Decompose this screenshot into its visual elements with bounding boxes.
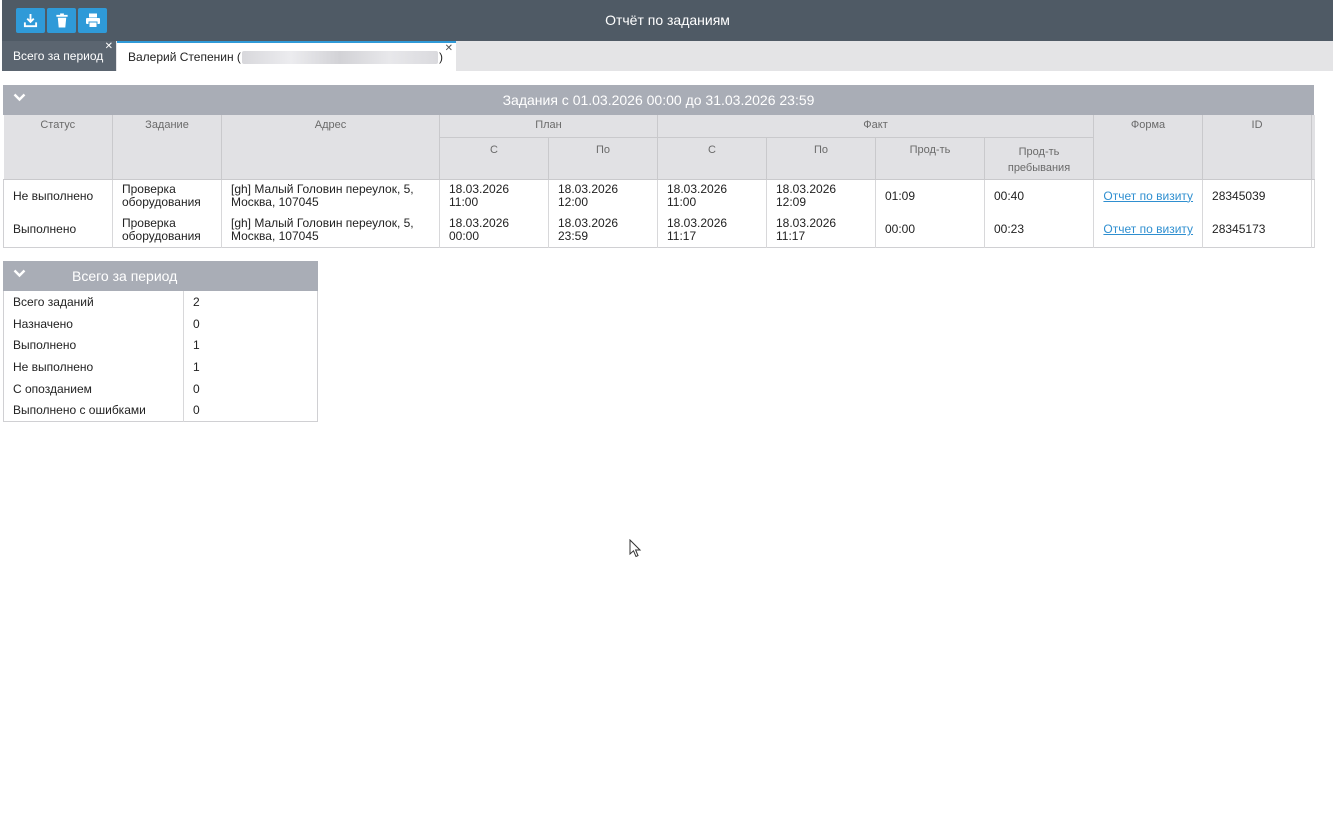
- cell-status: Не выполнено: [3, 179, 113, 213]
- col-group-fact: Факт: [657, 115, 1095, 138]
- col-group-plan: План: [439, 115, 658, 138]
- summary-panel-header[interactable]: Всего за период: [3, 261, 318, 291]
- col-form[interactable]: Форма: [1093, 115, 1204, 180]
- cell-spacer: [1311, 213, 1316, 247]
- cell-address: [gh] Малый Головин переулок, 5, Москва, …: [221, 213, 440, 247]
- cell-fact-to: 18.03.2026 11:17: [766, 213, 876, 247]
- cell-fact-from: 18.03.2026 11:17: [657, 213, 767, 247]
- cell-form: Отчет по визиту: [1093, 213, 1204, 247]
- tasks-panel-title: Задания с 01.03.2026 00:00 до 31.03.2026…: [502, 92, 815, 108]
- close-icon[interactable]: ✕: [445, 44, 453, 54]
- col-fact-from[interactable]: С: [657, 137, 767, 180]
- cell-stay-duration: 00:40: [984, 179, 1095, 213]
- col-status[interactable]: Статус: [3, 115, 113, 180]
- summary-label: Назначено: [3, 312, 184, 335]
- tab-label-suffix: ): [438, 50, 443, 64]
- cell-spacer: [1311, 179, 1316, 213]
- col-plan-from[interactable]: С: [439, 137, 549, 180]
- summary-value: 0: [193, 381, 200, 396]
- col-task[interactable]: Задание: [112, 115, 222, 180]
- cursor-icon: [629, 539, 642, 558]
- table-row[interactable]: Не выполнено Проверка оборудования [gh] …: [3, 179, 1316, 213]
- cell-plan-from: 18.03.2026 11:00: [439, 179, 549, 213]
- summary-label: Выполнено: [3, 334, 184, 357]
- cell-id: 28345039: [1202, 179, 1313, 213]
- cell-plan-to: 18.03.2026 12:00: [548, 179, 658, 213]
- col-plan-to[interactable]: По: [548, 137, 658, 180]
- col-address[interactable]: Адрес: [221, 115, 440, 180]
- cell-fact-to: 18.03.2026 12:09: [766, 179, 876, 213]
- summary-table: Всего заданий 2 Назначено 0 Выполнено 1 …: [3, 291, 318, 422]
- col-fact-to[interactable]: По: [766, 137, 876, 180]
- tab-employee[interactable]: Валерий Степенин ( ) ✕: [117, 41, 456, 71]
- cell-address: [gh] Малый Головин переулок, 5, Москва, …: [221, 179, 440, 213]
- summary-label: С опозданием: [3, 377, 184, 400]
- visit-report-link[interactable]: Отчет по визиту: [1103, 189, 1193, 203]
- summary-label: Выполнено с ошибками: [3, 399, 184, 422]
- summary-value: 1: [193, 338, 200, 353]
- cell-fact-from: 18.03.2026 11:00: [657, 179, 767, 213]
- cell-task: Проверка оборудования: [112, 213, 222, 247]
- cell-form: Отчет по визиту: [1093, 179, 1204, 213]
- col-spacer: [1311, 115, 1315, 180]
- tab-bar: Всего за период ✕ Валерий Степенин ( ) ✕: [2, 41, 1333, 71]
- table-row[interactable]: Выполнено Проверка оборудования [gh] Мал…: [3, 213, 1316, 247]
- tasks-panel-header[interactable]: Задания с 01.03.2026 00:00 до 31.03.2026…: [3, 85, 1314, 115]
- cell-plan-to: 18.03.2026 23:59: [548, 213, 658, 247]
- cell-duration: 00:00: [875, 213, 985, 247]
- cell-task: Проверка оборудования: [112, 179, 222, 213]
- page-title: Отчёт по заданиям: [605, 12, 730, 28]
- cell-id: 28345173: [1202, 213, 1313, 247]
- cell-stay-duration: 00:23: [984, 213, 1095, 247]
- summary-value: 2: [193, 294, 200, 309]
- list-item: Всего заданий 2: [3, 291, 318, 313]
- col-stay-duration[interactable]: Прод-ть пребывания: [984, 137, 1095, 180]
- close-icon[interactable]: ✕: [105, 42, 113, 52]
- cell-plan-from: 18.03.2026 00:00: [439, 213, 549, 247]
- title-bar: Отчёт по заданиям: [2, 0, 1333, 41]
- summary-value: 1: [193, 359, 200, 374]
- tasks-table: Статус Задание Адрес План Факт Форма ID …: [3, 115, 1316, 248]
- col-duration[interactable]: Прод-ть: [875, 137, 985, 180]
- summary-value: 0: [193, 403, 200, 418]
- visit-report-link[interactable]: Отчет по визиту: [1103, 222, 1193, 236]
- cell-duration: 01:09: [875, 179, 985, 213]
- cell-status: Выполнено: [3, 213, 113, 247]
- chevron-down-icon[interactable]: [13, 268, 26, 278]
- summary-label: Не выполнено: [3, 356, 184, 378]
- list-item: Не выполнено 1: [3, 356, 318, 378]
- list-item: Выполнено с ошибками 0: [3, 399, 318, 422]
- list-item: С опозданием 0: [3, 377, 318, 400]
- summary-label: Всего заданий: [3, 291, 184, 313]
- tab-label: Всего за период: [13, 49, 104, 63]
- col-id[interactable]: ID: [1202, 115, 1313, 180]
- list-item: Выполнено 1: [3, 334, 318, 357]
- summary-panel-title: Всего за период: [72, 268, 178, 284]
- list-item: Назначено 0: [3, 312, 318, 335]
- blurred-text: [241, 50, 438, 64]
- summary-value: 0: [193, 316, 200, 331]
- tab-total-period[interactable]: Всего за период ✕: [2, 41, 116, 71]
- tab-label-prefix: Валерий Степенин (: [128, 50, 241, 64]
